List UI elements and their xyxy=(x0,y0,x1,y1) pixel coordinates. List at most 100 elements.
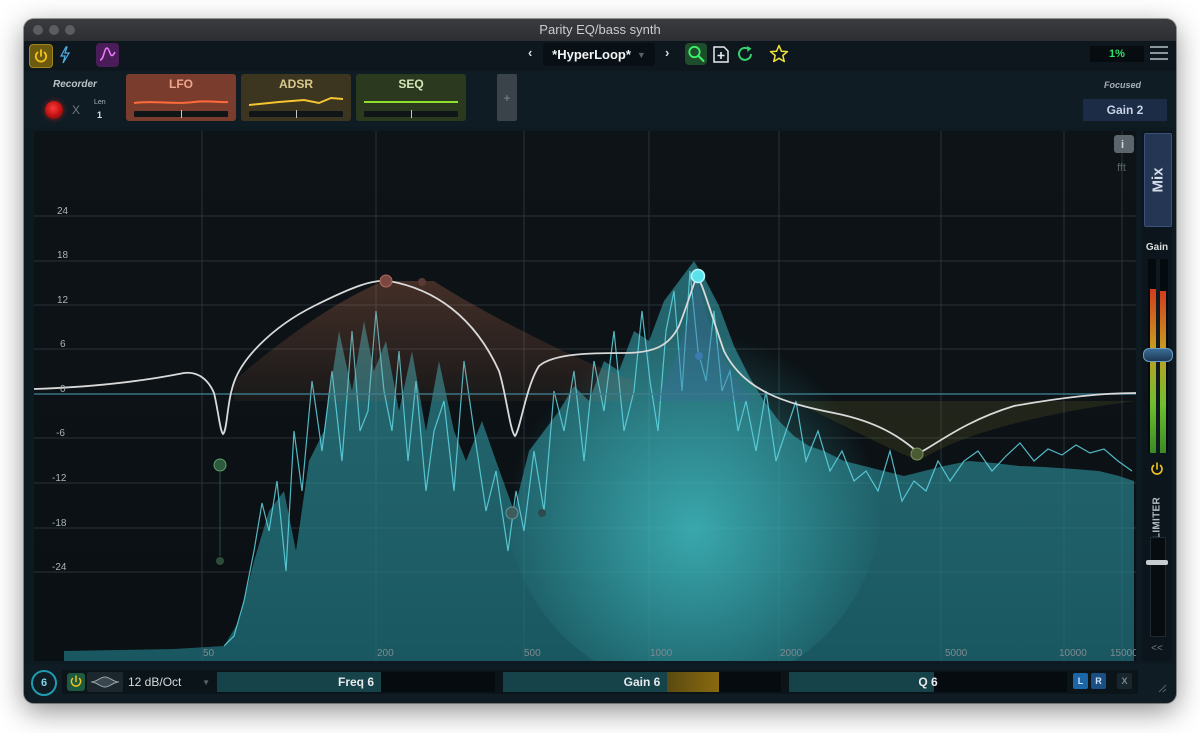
db-label: 12 xyxy=(57,295,69,306)
info-icon: i xyxy=(1121,139,1124,151)
main-menu-button[interactable] xyxy=(1150,46,1168,62)
len-value[interactable]: 1 xyxy=(97,110,102,120)
refresh-button[interactable] xyxy=(734,43,756,65)
band-2-handle[interactable] xyxy=(379,274,393,288)
q-6-label: Q 6 xyxy=(918,675,938,689)
add-file-icon xyxy=(713,46,729,63)
cpu-meter: 1% xyxy=(1090,46,1144,62)
slope-value: 12 dB/Oct xyxy=(128,675,182,689)
left-channel-button[interactable]: L xyxy=(1073,673,1088,689)
lightning-bolt-icon xyxy=(59,46,71,64)
mix-tab[interactable]: Mix xyxy=(1144,133,1172,227)
slope-selector[interactable]: 12 dB/Oct ▼ xyxy=(128,672,212,692)
title-bar: Parity EQ/bass synth xyxy=(24,19,1176,42)
freq-label: 15000 xyxy=(1110,648,1136,659)
freq-label: 500 xyxy=(524,648,541,659)
band-6-handle[interactable] xyxy=(690,268,706,284)
lfo-modulator[interactable]: LFO xyxy=(126,74,236,121)
meter-right-channel xyxy=(1160,291,1166,453)
star-icon xyxy=(769,44,789,63)
adsr-modulator[interactable]: ADSR xyxy=(241,74,351,121)
bolt-button[interactable] xyxy=(56,44,74,66)
adsr-label: ADSR xyxy=(278,77,313,91)
limiter-threshold-track[interactable] xyxy=(1150,537,1166,637)
band-1-handle[interactable] xyxy=(213,458,227,472)
db-label: 0 xyxy=(60,384,66,395)
band-6-q-handle[interactable] xyxy=(695,352,703,360)
seq-label: SEQ xyxy=(398,77,424,91)
limiter-power-button[interactable] xyxy=(1146,459,1168,479)
bell-filter-icon xyxy=(90,676,120,688)
limiter-label: LIMITER xyxy=(1151,496,1163,540)
lfo-label: LFO xyxy=(169,77,193,91)
power-icon xyxy=(34,49,48,63)
recorder-clear-button[interactable]: X xyxy=(72,103,80,117)
recorder-label: Recorder xyxy=(53,79,97,90)
menu-icon xyxy=(1150,46,1168,48)
freq-label: 1000 xyxy=(650,648,673,659)
adsr-amount-slider[interactable] xyxy=(249,110,343,118)
band-3-handle[interactable] xyxy=(505,506,519,520)
output-gain-slider[interactable] xyxy=(1143,348,1173,362)
seq-steps-icon xyxy=(364,101,458,103)
waveform-icon xyxy=(99,47,116,61)
filter-shape-selector[interactable] xyxy=(87,672,123,692)
gain-6-slider[interactable]: Gain 6 xyxy=(503,672,781,692)
window-title: Parity EQ/bass synth xyxy=(539,22,661,37)
len-label: Len xyxy=(94,99,106,106)
favorite-button[interactable] xyxy=(768,43,790,65)
eq-display[interactable]: 24 18 12 6 0 -6 -12 -18 -24 50 200 500 1… xyxy=(34,131,1136,661)
fft-toggle[interactable]: fft xyxy=(1117,162,1126,174)
band-1-q-handle[interactable] xyxy=(216,557,224,565)
save-preset-button[interactable] xyxy=(710,43,732,65)
gain-6-label: Gain 6 xyxy=(623,675,661,689)
focused-label: Focused xyxy=(1104,80,1142,90)
seq-amount-slider[interactable] xyxy=(364,110,458,118)
limiter-threshold-slider[interactable] xyxy=(1146,560,1168,565)
db-label: -18 xyxy=(52,518,67,529)
preset-prev-button[interactable]: ‹ xyxy=(528,45,532,60)
freq-label: 10000 xyxy=(1059,648,1087,659)
freq-label: 2000 xyxy=(780,648,803,659)
band-7-handle[interactable] xyxy=(910,447,924,461)
preset-selector[interactable]: *HyperLoop* ▼ xyxy=(543,43,655,66)
record-button[interactable] xyxy=(45,101,63,119)
band-3-q-handle[interactable] xyxy=(538,509,546,517)
modulation-toggle-button[interactable] xyxy=(96,43,119,67)
refresh-icon xyxy=(738,46,752,61)
adsr-envelope-icon xyxy=(249,96,343,106)
db-label: 18 xyxy=(57,250,69,261)
focused-parameter[interactable]: Gain 2 xyxy=(1083,99,1167,121)
db-label: 6 xyxy=(60,339,66,350)
freq-6-label: Freq 6 xyxy=(337,675,374,689)
lfo-amount-slider[interactable] xyxy=(134,110,228,118)
plugin-window: Parity EQ/bass synth ‹ *HyperLoop* ▼ › 1… xyxy=(24,19,1176,703)
q-6-slider[interactable]: Q 6 xyxy=(789,672,1067,692)
preset-name: *HyperLoop* xyxy=(552,47,631,62)
chevron-down-icon: ▼ xyxy=(636,49,646,60)
right-channel-button[interactable]: R xyxy=(1091,673,1106,689)
resize-grip-icon[interactable] xyxy=(1157,683,1167,693)
db-label: -6 xyxy=(56,428,65,439)
db-label: 24 xyxy=(57,206,69,217)
freq-label: 50 xyxy=(203,648,215,659)
band-number-badge[interactable]: 6 xyxy=(31,670,57,696)
add-modulator-button[interactable]: + xyxy=(497,74,517,121)
lfo-wave-icon xyxy=(134,100,228,104)
mix-label: Mix xyxy=(1149,167,1167,193)
power-icon xyxy=(1151,462,1163,475)
output-gain-label: Gain xyxy=(1145,242,1169,253)
collapse-sidebar-button[interactable]: << xyxy=(1144,643,1170,654)
freq-label: 200 xyxy=(377,648,394,659)
band-2-q-handle[interactable] xyxy=(418,278,426,286)
power-icon xyxy=(67,673,85,691)
db-label: -24 xyxy=(52,562,67,573)
freq-label: 5000 xyxy=(945,648,968,659)
seq-modulator[interactable]: SEQ xyxy=(356,74,466,121)
freq-6-slider[interactable]: Freq 6 xyxy=(217,672,495,692)
preset-next-button[interactable]: › xyxy=(665,45,669,60)
search-presets-button[interactable] xyxy=(685,43,707,65)
remove-band-button[interactable]: X xyxy=(1117,673,1132,689)
band-power-button[interactable] xyxy=(66,672,86,692)
power-button[interactable] xyxy=(29,44,53,68)
